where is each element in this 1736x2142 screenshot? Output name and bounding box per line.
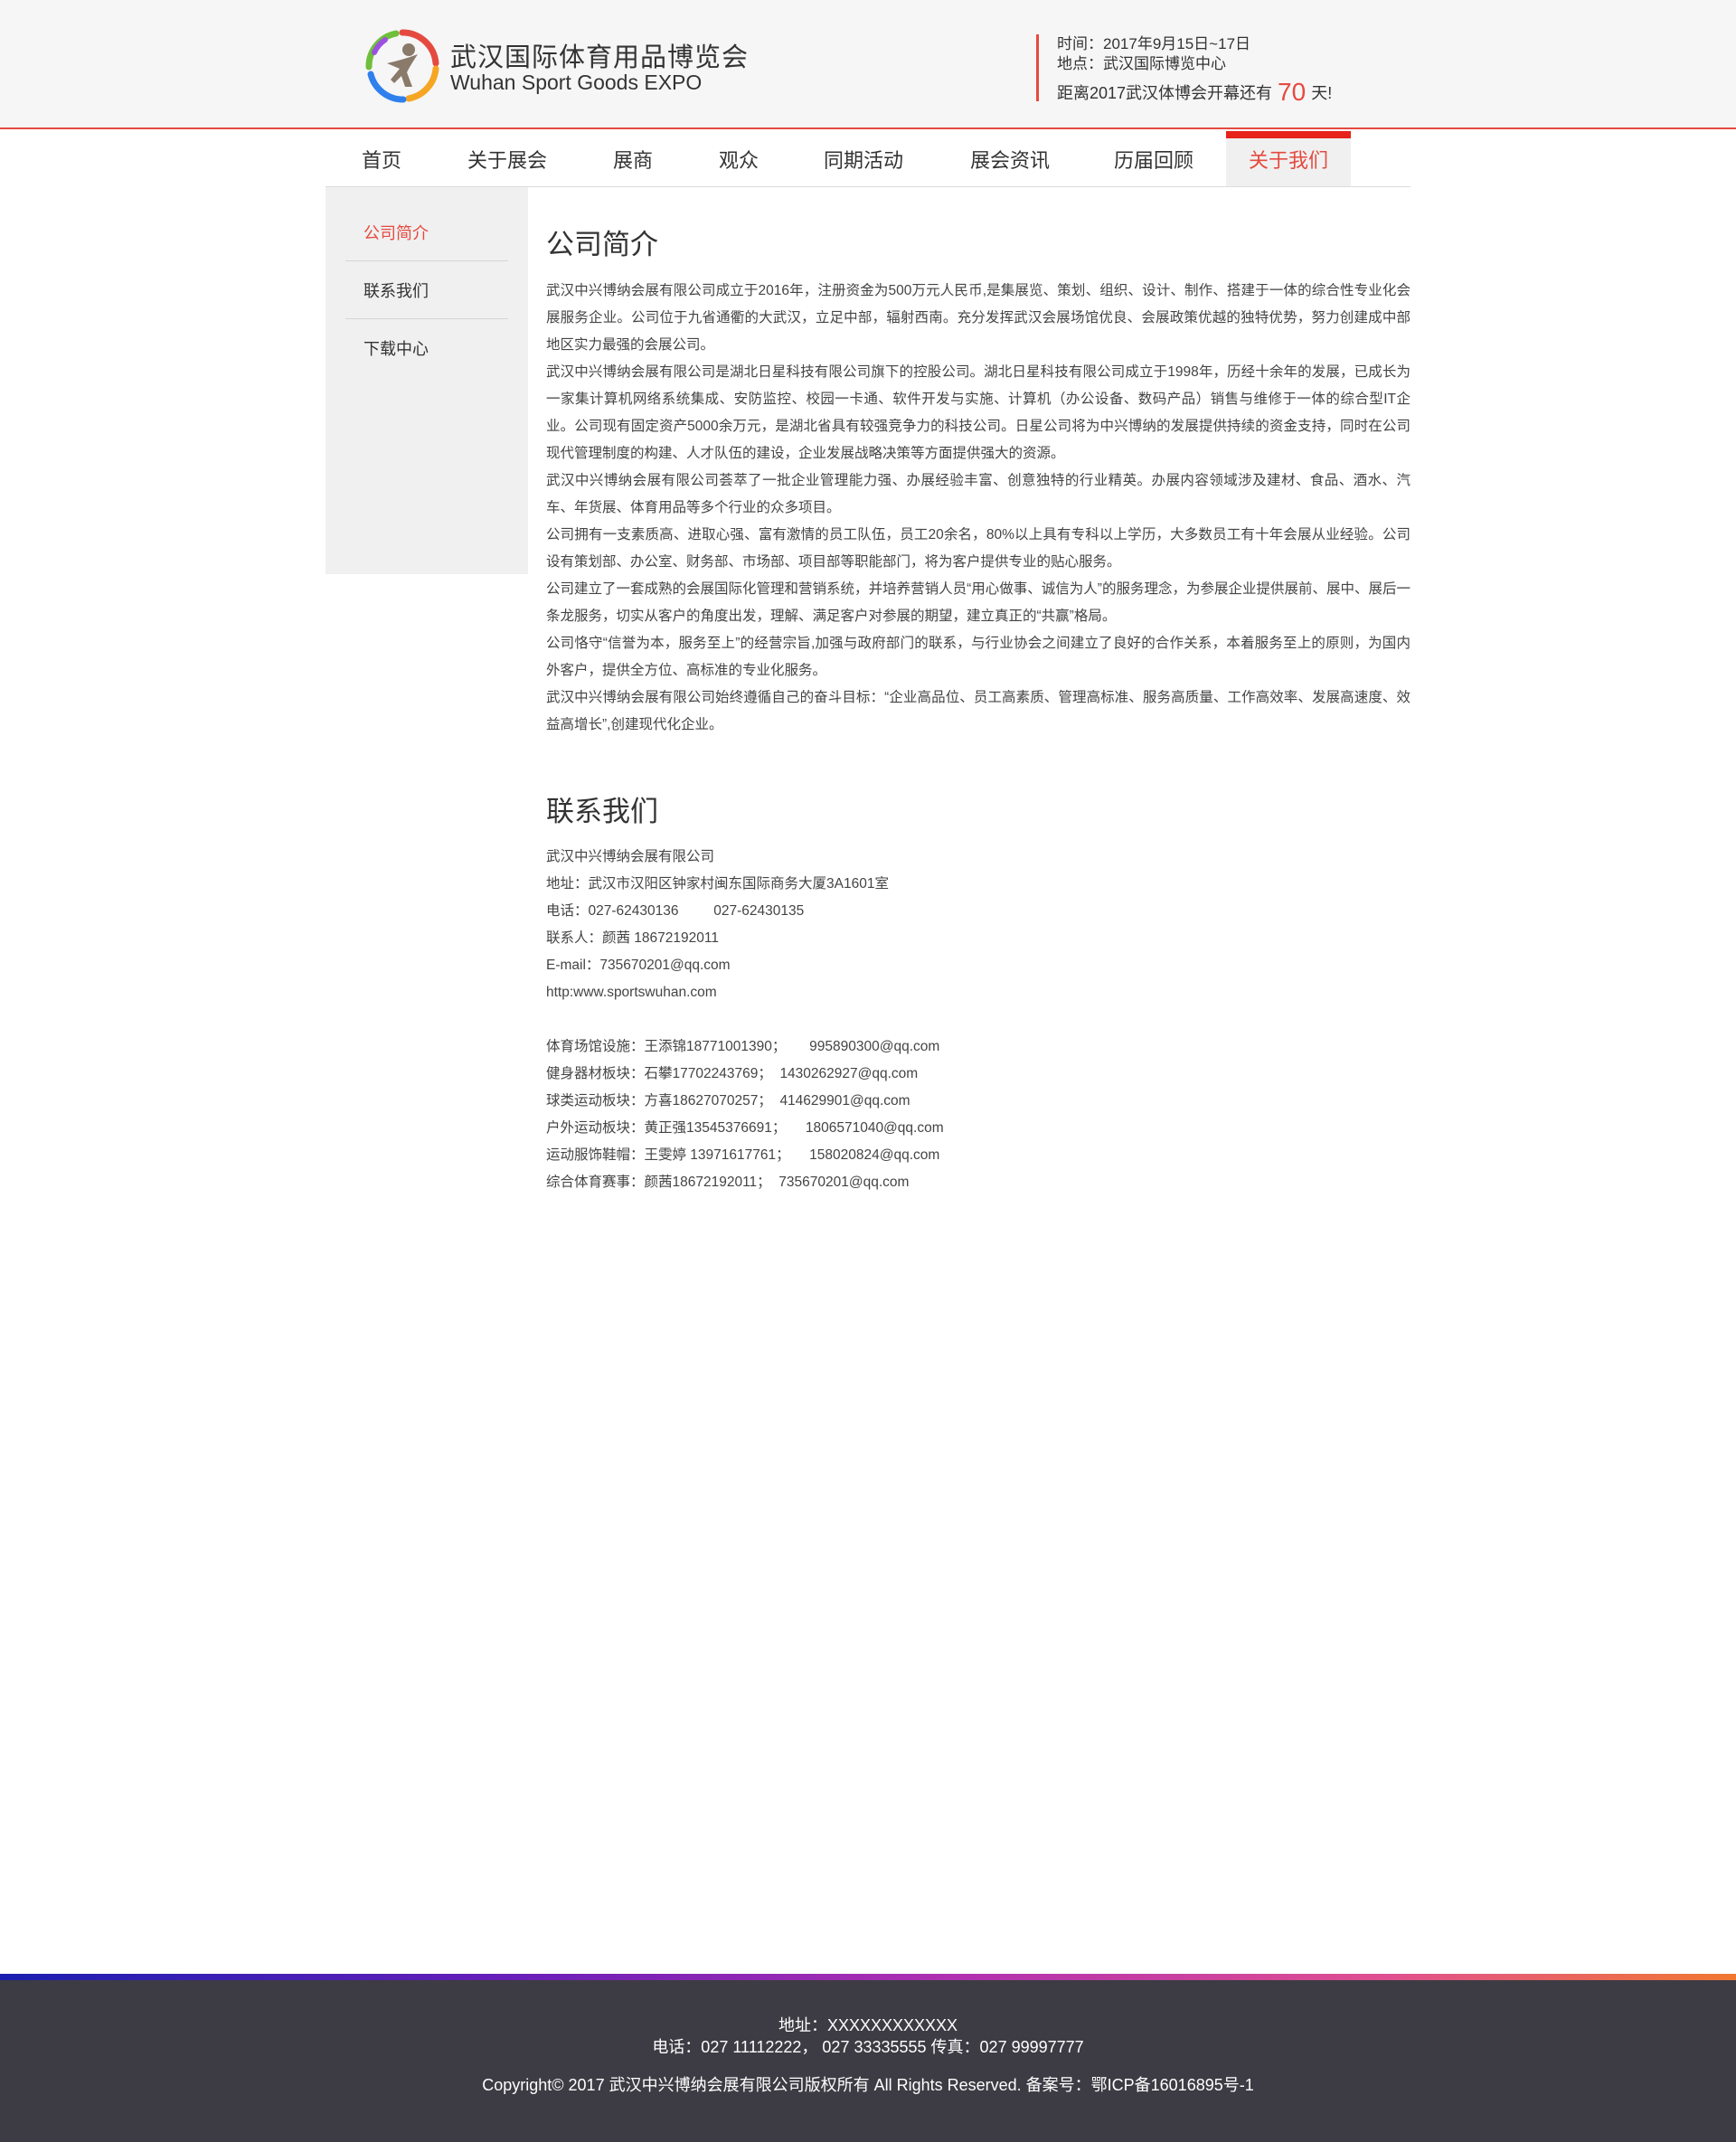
contact-phone: 电话：027-62430136 027-62430135 — [546, 903, 805, 919]
intro-paragraph: 武汉中兴博纳会展有限公司成立于2016年，注册资金为500万元人民币,是集展览、… — [546, 283, 1410, 353]
segment-contact: 户外运动板块：黄正强13545376691； 1806571040@qq.com — [546, 1120, 944, 1136]
countdown: 距离2017武汉体博会开幕还有 70 天! — [1057, 78, 1398, 107]
site-footer: 地址：XXXXXXXXXXXX 电话：027 11112222， 027 333… — [0, 1974, 1736, 2142]
nav-item-news[interactable]: 展会资讯 — [939, 131, 1081, 186]
nav-item-home[interactable]: 首页 — [326, 131, 438, 186]
contact-person: 联系人：颜茜 18672192011 — [546, 930, 719, 946]
company-name: 武汉中兴博纳会展有限公司 — [546, 849, 715, 864]
sidebar: 公司简介 联系我们 下载中心 — [326, 187, 528, 574]
countdown-suffix: 天! — [1311, 84, 1333, 102]
intro-paragraph: 武汉中兴博纳会展有限公司始终遵循自己的奋斗目标：“企业高品位、员工高素质、管理高… — [546, 690, 1410, 732]
nav-item-events[interactable]: 同期活动 — [788, 131, 939, 186]
logo-title-cn: 武汉国际体育用品博览会 — [450, 43, 750, 72]
site-header: 武汉国际体育用品博览会 Wuhan Sport Goods EXPO 时间：20… — [0, 0, 1736, 129]
segment-contact: 健身器材板块：石攀17702243769； 1430262927@qq.com — [546, 1066, 919, 1081]
contact-title: 联系我们 — [546, 796, 658, 827]
logo-title-en: Wuhan Sport Goods EXPO — [450, 71, 703, 94]
segment-contact: 球类运动板块：方喜18627070257； 414629901@qq.com — [546, 1093, 910, 1109]
nav-item-about-expo[interactable]: 关于展会 — [438, 131, 577, 186]
footer-gradient-bar — [0, 1974, 1736, 1980]
contact-body: 武汉中兴博纳会展有限公司 地址：武汉市汉阳区钟家村闽东国际商务大厦3A1601室… — [546, 844, 1410, 1196]
segment-contact: 运动服饰鞋帽：王雯婷 13971617761； 158020824@qq.com — [546, 1147, 940, 1163]
intro-body: 武汉中兴博纳会展有限公司成立于2016年，注册资金为500万元人民币,是集展览、… — [546, 278, 1410, 739]
intro-paragraph: 公司拥有一支素质高、进取心强、富有激情的员工队伍，员工20余名，80%以上具有专… — [546, 527, 1410, 570]
intro-paragraph: 武汉中兴博纳会展有限公司是湖北日星科技有限公司旗下的控股公司。湖北日星科技有限公… — [546, 364, 1410, 461]
main-nav: 首页 关于展会 展商 观众 同期活动 展会资讯 历届回顾 关于我们 — [326, 131, 1410, 187]
segment-contact: 体育场馆设施：王添锦18771001390； 995890300@qq.com — [546, 1039, 940, 1054]
segment-contact: 综合体育赛事：颜茜18672192011； 735670201@qq.com — [546, 1175, 910, 1190]
contact-address: 地址：武汉市汉阳区钟家村闽东国际商务大厦3A1601室 — [546, 876, 889, 892]
countdown-prefix: 距离2017武汉体博会开幕还有 — [1057, 84, 1273, 102]
site-logo[interactable]: 武汉国际体育用品博览会 Wuhan Sport Goods EXPO — [363, 27, 748, 105]
nav-item-about-us[interactable]: 关于我们 — [1226, 131, 1351, 186]
sidebar-menu: 公司简介 联系我们 下载中心 — [345, 203, 508, 377]
nav-item-visitors[interactable]: 观众 — [689, 131, 788, 186]
intro-title: 公司简介 — [546, 229, 658, 260]
intro-paragraph: 公司恪守“信誉为本，服务至上”的经营宗旨,加强与政府部门的联系，与行业协会之间建… — [546, 636, 1410, 678]
intro-paragraph: 武汉中兴博纳会展有限公司荟萃了一批企业管理能力强、办展经验丰富、创意独特的行业精… — [546, 473, 1410, 515]
intro-paragraph: 公司建立了一套成熟的会展国际化管理和营销系统，并培养营销人员“用心做事、诚信为人… — [546, 581, 1410, 624]
footer-address: 地址：XXXXXXXXXXXX — [778, 2016, 958, 2034]
contact-email: E-mail：735670201@qq.com — [546, 958, 731, 973]
contact-website: http:www.sportswuhan.com — [546, 985, 717, 1000]
sidebar-item-contact[interactable]: 联系我们 — [345, 261, 508, 319]
sidebar-item-downloads[interactable]: 下载中心 — [345, 319, 508, 377]
expo-place: 地点：武汉国际博览中心 — [1057, 55, 1226, 72]
expo-time: 时间：2017年9月15日~17日 — [1057, 35, 1251, 52]
expo-info: 时间：2017年9月15日~17日 地点：武汉国际博览中心 距离2017武汉体博… — [1036, 34, 1398, 106]
countdown-days: 70 — [1278, 78, 1307, 106]
footer-copyright: Copyright© 2017 武汉中兴博纳会展有限公司版权所有 All Rig… — [482, 2076, 1254, 2094]
nav-item-review[interactable]: 历届回顾 — [1081, 131, 1226, 186]
sidebar-item-company-intro[interactable]: 公司简介 — [345, 203, 508, 261]
nav-item-exhibitors[interactable]: 展商 — [577, 131, 689, 186]
footer-phone: 电话：027 11112222， 027 33335555 传真：027 999… — [652, 2038, 1084, 2056]
expo-logo-icon — [365, 29, 439, 103]
